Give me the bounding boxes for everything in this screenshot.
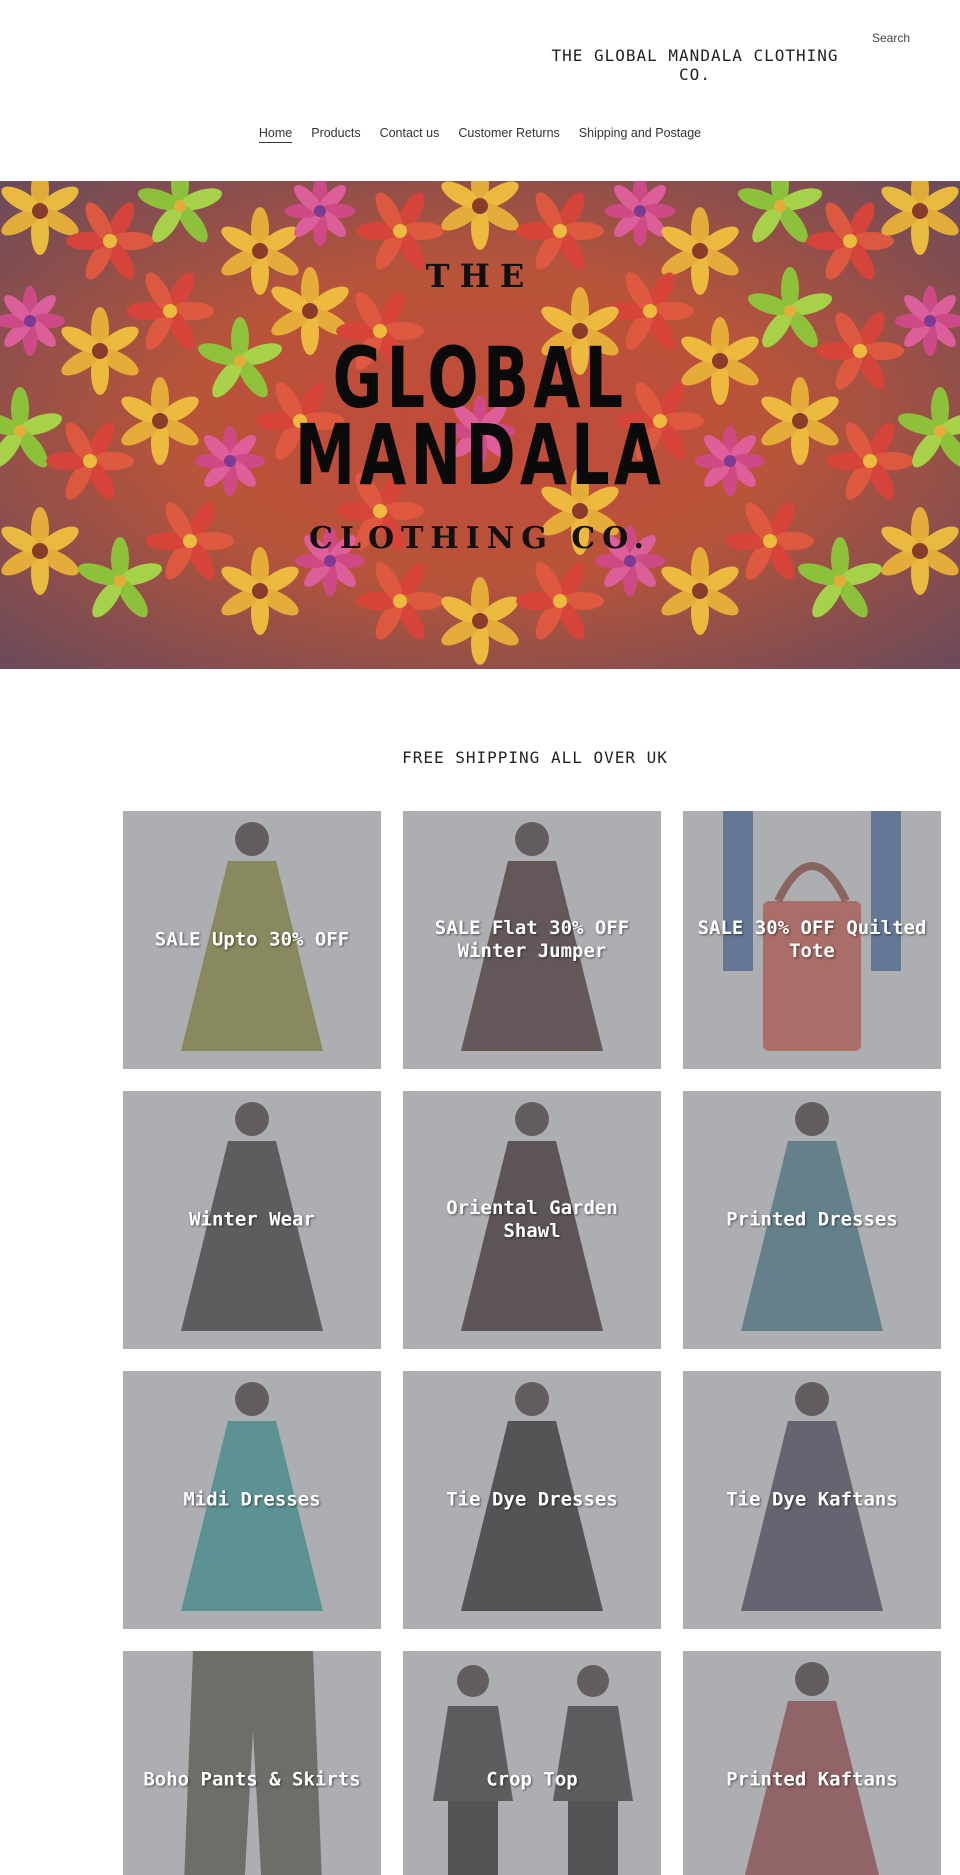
hero-line-the: THE — [425, 257, 535, 295]
collection-tile-label: Crop Top — [486, 1768, 578, 1791]
free-shipping-banner: FREE SHIPPING ALL OVER UK — [402, 748, 668, 767]
collection-tile[interactable]: SALE Flat 30% OFF Winter Jumper — [403, 811, 661, 1069]
nav-item-contact-us[interactable]: Contact us — [370, 126, 449, 140]
hero-banner: THE GLOBAL MANDALA CLOTHING CO. — [0, 181, 960, 669]
nav-item-home[interactable]: Home — [249, 126, 301, 143]
collection-tile[interactable]: Boho Pants & Skirts — [123, 1651, 381, 1875]
store-title[interactable]: THE GLOBAL MANDALA CLOTHING CO. — [535, 46, 855, 84]
pants-image — [123, 1651, 381, 1875]
nav-item-customer-returns[interactable]: Customer Returns — [449, 126, 569, 140]
top-image — [403, 1651, 661, 1875]
collection-tile[interactable]: Tie Dye Kaftans — [683, 1371, 941, 1629]
collection-tile-label: Boho Pants & Skirts — [143, 1768, 361, 1791]
collection-tile[interactable]: Midi Dresses — [123, 1371, 381, 1629]
collection-tile-label: Winter Wear — [189, 1208, 315, 1231]
nav-item-shipping-and-postage[interactable]: Shipping and Postage — [569, 126, 710, 140]
collection-tile-label: SALE Flat 30% OFF Winter Jumper — [434, 917, 630, 962]
main-nav: Home Products Contact us Customer Return… — [0, 126, 960, 143]
site-header: THE GLOBAL MANDALA CLOTHING CO. Search H… — [0, 0, 960, 180]
search-link[interactable]: Search — [872, 31, 910, 45]
collection-tile[interactable]: Printed Kaftans — [683, 1651, 941, 1875]
collection-tile[interactable]: Crop Top — [403, 1651, 661, 1875]
collection-tile-label: SALE 30% OFF Quilted Tote — [697, 917, 927, 962]
collection-tile-label: Tie Dye Dresses — [446, 1488, 618, 1511]
kaftan-image — [683, 1651, 941, 1875]
nav-item-products[interactable]: Products — [302, 126, 370, 140]
collection-tile[interactable]: Oriental Garden Shawl — [403, 1091, 661, 1349]
collection-tile[interactable]: Winter Wear — [123, 1091, 381, 1349]
collection-tile[interactable]: Tie Dye Dresses — [403, 1371, 661, 1629]
collection-tile[interactable]: Printed Dresses — [683, 1091, 941, 1349]
collection-tile[interactable]: SALE Upto 30% OFF — [123, 811, 381, 1069]
collection-tile-label: SALE Upto 30% OFF — [154, 928, 350, 951]
collection-tile-label: Printed Kaftans — [726, 1768, 898, 1791]
hero-logo: THE GLOBAL MANDALA CLOTHING CO. — [0, 181, 960, 669]
hero-line-mandala: MANDALA — [294, 406, 666, 504]
collection-tile-label: Midi Dresses — [183, 1488, 321, 1511]
collection-tile-label: Tie Dye Kaftans — [726, 1488, 898, 1511]
collection-tile-label: Printed Dresses — [726, 1208, 898, 1231]
collection-tile[interactable]: SALE 30% OFF Quilted Tote — [683, 811, 941, 1069]
collection-tile-label: Oriental Garden Shawl — [446, 1197, 618, 1242]
hero-line-clothing-co: CLOTHING CO. — [309, 521, 651, 556]
